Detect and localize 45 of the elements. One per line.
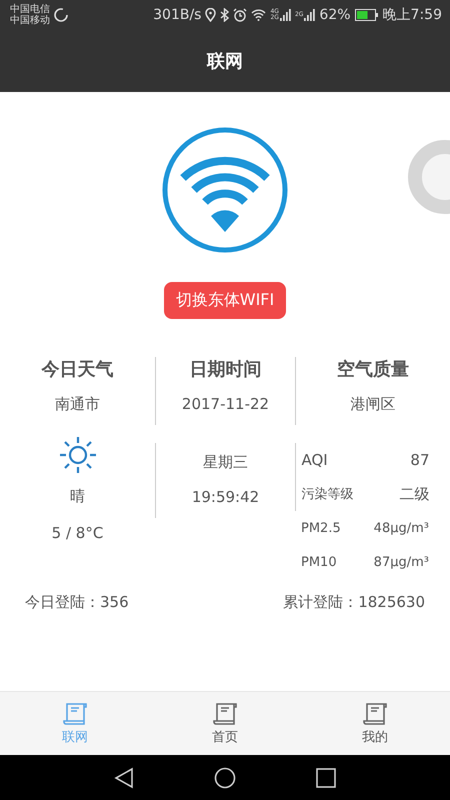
bluetooth-icon	[220, 8, 230, 22]
document-icon	[212, 702, 238, 726]
column-heading: 日期时间	[190, 358, 262, 382]
air-label: PM10	[301, 554, 337, 570]
air-label: AQI	[302, 451, 328, 469]
battery-icon	[354, 9, 379, 21]
date: 2017-11-22	[182, 395, 270, 415]
clock: 晚上7:59	[382, 6, 442, 24]
air-label: 污染等级	[302, 486, 354, 503]
air-value: 48μg/m³	[374, 520, 429, 536]
column-heading: 空气质量	[337, 358, 409, 382]
city-name: 南通市	[55, 395, 100, 415]
signal-icon	[304, 9, 316, 21]
battery-percent: 62%	[319, 7, 351, 23]
document-icon	[62, 702, 88, 726]
sun-icon	[58, 435, 98, 475]
air-label: PM2.5	[301, 520, 341, 536]
network-speed: 301B/s	[153, 7, 202, 23]
location-icon	[205, 8, 216, 22]
today-logins: 今日登陆：356	[25, 593, 129, 612]
carrier-name: 中国电信	[10, 4, 50, 15]
district-name: 港闸区	[350, 395, 396, 415]
back-icon[interactable]	[114, 766, 134, 788]
air-value: 87	[410, 451, 430, 469]
temperature: 5 / 8°C	[52, 524, 104, 542]
total-logins: 累计登陆：1825630	[283, 593, 425, 612]
recents-icon[interactable]	[316, 768, 336, 788]
air-value: 87μg/m³	[374, 554, 429, 570]
weather-condition: 晴	[70, 487, 85, 506]
weekday: 星期三	[203, 453, 248, 472]
switch-wifi-button[interactable]: 切换东体WIFI	[164, 282, 286, 319]
loading-icon	[53, 7, 69, 23]
nav-tab[interactable]: 我的	[300, 692, 450, 755]
document-icon	[362, 702, 388, 726]
page-title: 联网	[207, 50, 243, 73]
signal-icon	[280, 9, 291, 21]
wifi-icon	[161, 126, 289, 254]
alarm-icon	[233, 8, 248, 22]
nav-tab[interactable]: 首页	[150, 692, 300, 755]
carrier-name: 中国移动	[10, 15, 50, 26]
wifi-icon	[251, 9, 266, 21]
column-heading: 今日天气	[42, 358, 114, 382]
time: 19:59:42	[192, 488, 260, 506]
home-icon[interactable]	[214, 766, 236, 788]
air-value: 二级	[400, 484, 430, 504]
